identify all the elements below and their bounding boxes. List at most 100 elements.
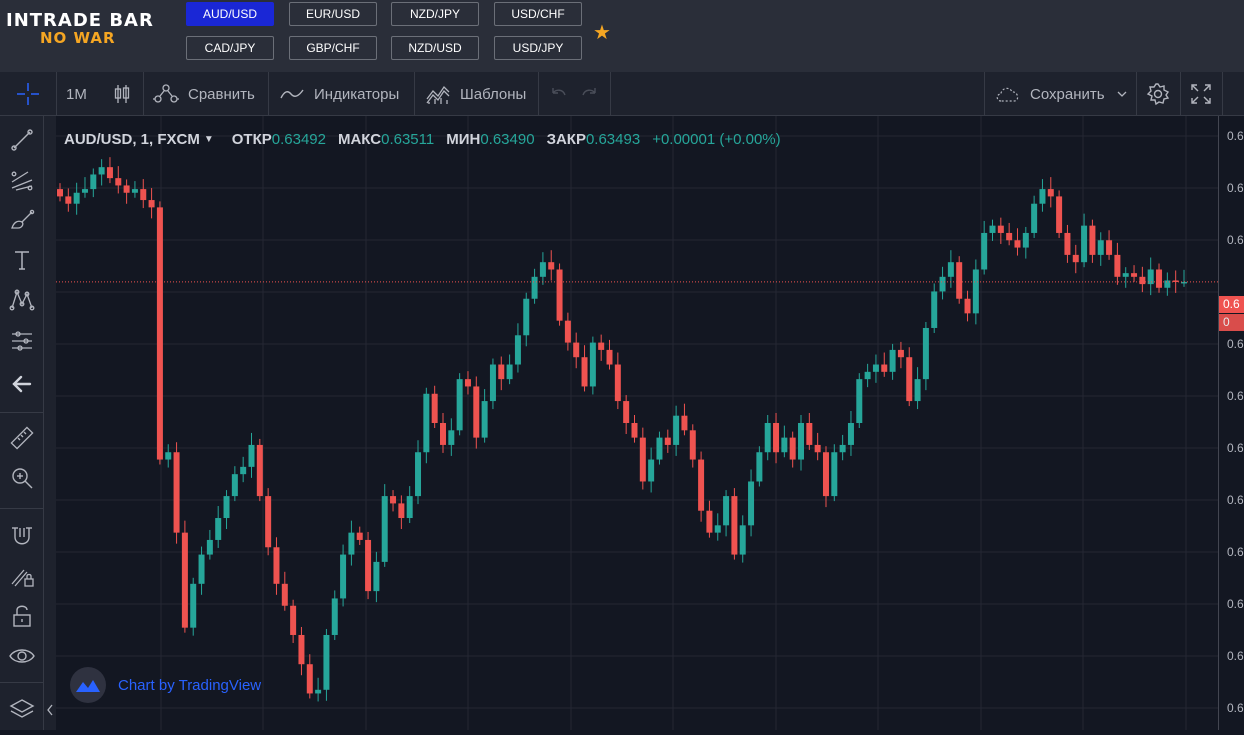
- text-icon[interactable]: [6, 244, 38, 276]
- ruler-icon[interactable]: [6, 422, 38, 454]
- candle: [215, 506, 222, 548]
- candle-body: [523, 298, 530, 336]
- candle-body: [981, 232, 988, 270]
- candle-body: [639, 437, 646, 482]
- zoom-in-icon[interactable]: [6, 462, 38, 494]
- pattern-icon[interactable]: [6, 284, 38, 316]
- candle-body: [190, 583, 197, 628]
- pair-button-aud-usd[interactable]: AUD/USD: [186, 2, 274, 26]
- templates-button[interactable]: Шаблоны: [426, 72, 526, 116]
- pair-button-nzd-jpy[interactable]: NZD/JPY: [391, 2, 479, 26]
- candle: [573, 332, 580, 369]
- open-label: ОТКР: [231, 131, 272, 148]
- watermark-text: Chart by TradingView: [118, 676, 262, 694]
- pair-button-nzd-usd[interactable]: NZD/USD: [391, 36, 479, 60]
- compare-button[interactable]: Сравнить: [152, 72, 255, 116]
- brush-icon[interactable]: [6, 204, 38, 236]
- candles-icon[interactable]: [112, 72, 132, 116]
- candle-body: [664, 437, 671, 445]
- candle-body: [156, 207, 163, 460]
- symbol-dropdown-icon[interactable]: ▼: [204, 134, 214, 145]
- undo-icon[interactable]: [548, 72, 568, 116]
- pair-button-eur-usd[interactable]: EUR/USD: [289, 2, 377, 26]
- pair-button-cad-jpy[interactable]: CAD/JPY: [186, 36, 274, 60]
- price-tick-label: 0.6: [1227, 181, 1244, 195]
- magnet-icon[interactable]: [6, 520, 38, 552]
- candle-body: [922, 327, 929, 380]
- candle-body: [390, 496, 397, 504]
- collapse-sidebar-icon[interactable]: [46, 696, 54, 724]
- interval-button[interactable]: 1M: [66, 72, 87, 116]
- candle-body: [448, 430, 455, 445]
- candle: [265, 488, 272, 556]
- candle: [448, 418, 455, 456]
- candle-body: [1047, 189, 1054, 197]
- candle-body: [531, 276, 538, 299]
- candle-body: [298, 634, 305, 665]
- candle: [106, 157, 113, 184]
- low-value: 0.63490: [480, 131, 535, 148]
- candle: [706, 500, 713, 538]
- pair-button-usd-jpy[interactable]: USD/JPY: [494, 36, 582, 60]
- candle-body: [365, 539, 372, 592]
- save-label: Сохранить: [1030, 85, 1105, 103]
- candle-body: [623, 401, 630, 423]
- candle: [323, 628, 330, 701]
- unlock-icon[interactable]: [6, 600, 38, 632]
- candle: [589, 336, 596, 395]
- candle: [65, 188, 72, 212]
- candle: [564, 312, 571, 351]
- price-tick-label: 0.6: [1227, 493, 1244, 507]
- candle-body: [739, 525, 746, 555]
- candle-body: [198, 554, 205, 584]
- save-button[interactable]: Сохранить: [994, 72, 1127, 116]
- pitchfork-icon[interactable]: [6, 164, 38, 196]
- candle: [798, 415, 805, 471]
- candle-body: [1089, 225, 1096, 255]
- intrade-bar-logo[interactable]: INTRADE BAR NO WAR: [6, 10, 176, 50]
- symbol-label[interactable]: AUD/USD, 1, FXCM: [64, 131, 200, 148]
- templates-icon: [426, 83, 450, 105]
- candle-body: [181, 532, 188, 628]
- price-tick-label: 0.6: [1227, 129, 1244, 143]
- lock-drawing-icon[interactable]: [6, 560, 38, 592]
- crosshair-icon[interactable]: [0, 72, 56, 116]
- price-axis[interactable]: 0.6 0.6 0.6 0.6 0.6 0.6 0.6 0.6 0.6 0.6 0.6: [1218, 116, 1244, 730]
- fullscreen-icon[interactable]: [1190, 72, 1212, 116]
- candle: [489, 358, 496, 410]
- redo-icon[interactable]: [580, 72, 600, 116]
- tradingview-logo-icon: [70, 667, 106, 703]
- candle: [731, 488, 738, 560]
- chevron-down-icon[interactable]: [1117, 90, 1127, 98]
- tradingview-watermark[interactable]: Chart by TradingView: [70, 667, 261, 703]
- candle: [748, 469, 755, 537]
- candle: [57, 183, 63, 202]
- candle-body: [398, 503, 405, 519]
- star-icon[interactable]: ★: [593, 20, 611, 45]
- eye-icon[interactable]: [6, 640, 38, 672]
- candle: [773, 413, 780, 464]
- logo-main-text: INTRADE BAR: [6, 10, 154, 31]
- chart-canvas[interactable]: [56, 116, 1218, 730]
- pair-button-gbp-chf[interactable]: GBP/CHF: [289, 36, 377, 60]
- indicators-icon: [280, 86, 304, 102]
- candle: [331, 590, 338, 640]
- layers-icon[interactable]: [6, 694, 38, 726]
- candle-body: [373, 561, 380, 592]
- prediction-tools-icon[interactable]: [6, 324, 38, 356]
- gear-icon[interactable]: [1146, 72, 1170, 116]
- price-tick-label: 0.6: [1227, 389, 1244, 403]
- candle: [897, 341, 904, 369]
- candle: [723, 490, 730, 537]
- pair-button-usd-chf[interactable]: USD/CHF: [494, 2, 582, 26]
- candle: [481, 389, 488, 443]
- indicators-button[interactable]: Индикаторы: [280, 72, 399, 116]
- candle: [356, 526, 363, 545]
- arrow-left-icon[interactable]: [6, 368, 38, 400]
- cloud-icon: [994, 84, 1022, 104]
- candle-body: [165, 452, 172, 460]
- candle: [406, 486, 413, 524]
- candle-body: [1114, 254, 1121, 277]
- candle-body: [872, 364, 879, 372]
- trend-line-icon[interactable]: [6, 124, 38, 156]
